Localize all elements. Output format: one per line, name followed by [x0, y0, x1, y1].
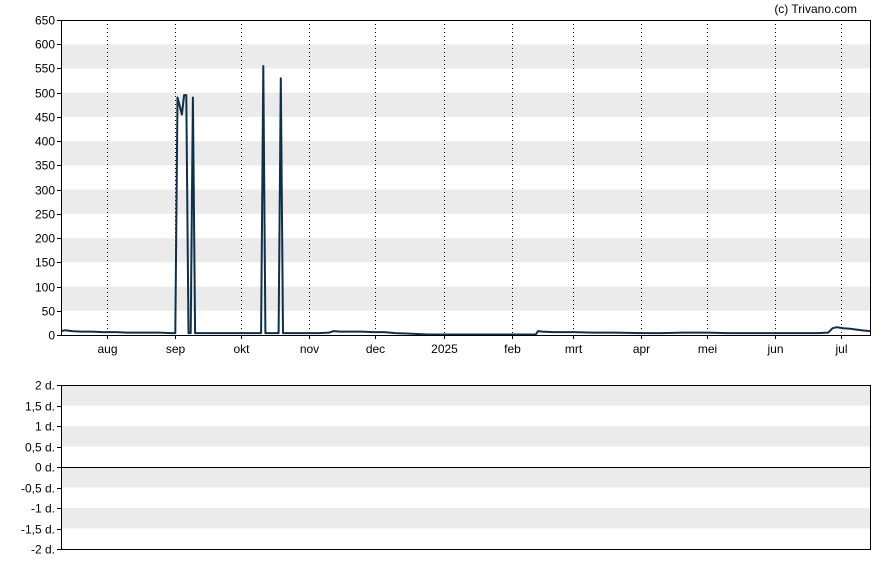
grid-band [61, 44, 870, 69]
x-tick-label: mrt [565, 342, 583, 356]
y-tick-label: 400 [35, 135, 55, 149]
y-tick-label: -1,5 d. [21, 523, 55, 537]
y-tick-label: -1 d. [31, 502, 55, 516]
grid-band [61, 141, 870, 166]
y-tick-label: 0,5 d. [25, 441, 55, 455]
x-tick-label: feb [504, 342, 521, 356]
y-tick-label: 0 d. [35, 461, 55, 475]
grid-band [61, 189, 870, 214]
credit-text: (c) Trivano.com [774, 2, 857, 16]
chart-canvas: 050100150200250300350400450500550600650 … [21, 2, 871, 557]
y-tick-label: 2 d. [35, 379, 55, 393]
main-chart-bands [61, 44, 870, 311]
y-tick-label: 650 [35, 14, 55, 28]
x-tick-label: aug [97, 342, 117, 356]
x-tick-label: mei [698, 342, 717, 356]
y-tick-label: 550 [35, 62, 55, 76]
y-tick-label: 1 d. [35, 420, 55, 434]
y-tick-label: -0,5 d. [21, 482, 55, 496]
y-tick-label: 150 [35, 256, 55, 270]
x-tick-label: nov [300, 342, 319, 356]
x-tick-label: 2025 [431, 342, 458, 356]
y-tick-label: 500 [35, 87, 55, 101]
y-tick-label: 1,5 d. [25, 400, 55, 414]
grid-band [61, 426, 870, 447]
y-tick-label: 250 [35, 208, 55, 222]
y-tick-label: 450 [35, 111, 55, 125]
y-tick-label: 100 [35, 281, 55, 295]
main-chart-y-axis: 0 50 100 150 200 250 300 350 400 450 500 550 600 650 [35, 14, 61, 343]
x-tick-label: apr [633, 342, 650, 356]
x-tick-label: sep [166, 342, 186, 356]
y-tick-label: -2 d. [31, 543, 55, 557]
grid-band [61, 238, 870, 263]
grid-band [61, 385, 870, 406]
y-tick-label: 350 [35, 159, 55, 173]
y-tick-label: 600 [35, 38, 55, 52]
grid-band [61, 467, 870, 488]
x-tick-label: jun [766, 342, 783, 356]
y-tick-label: 300 [35, 184, 55, 198]
y-tick-label: 200 [35, 232, 55, 246]
x-tick-label: dec [366, 342, 385, 356]
grid-band [61, 286, 870, 311]
x-tick-label: okt [233, 342, 250, 356]
y-tick-label: 50 [42, 305, 56, 319]
lower-chart-bands [61, 385, 870, 529]
y-tick-label: 0 [48, 329, 55, 343]
grid-band [61, 508, 870, 529]
lower-chart-y-axis: 2 d. 1,5 d. 1 d. 0,5 d. 0 d. -0,5 d. -1 d. -1,5… [21, 379, 61, 557]
main-chart-x-axis: aug sep okt nov dec 2025 feb mrt apr mei jun jul [97, 335, 848, 356]
x-tick-label: jul [834, 342, 847, 356]
